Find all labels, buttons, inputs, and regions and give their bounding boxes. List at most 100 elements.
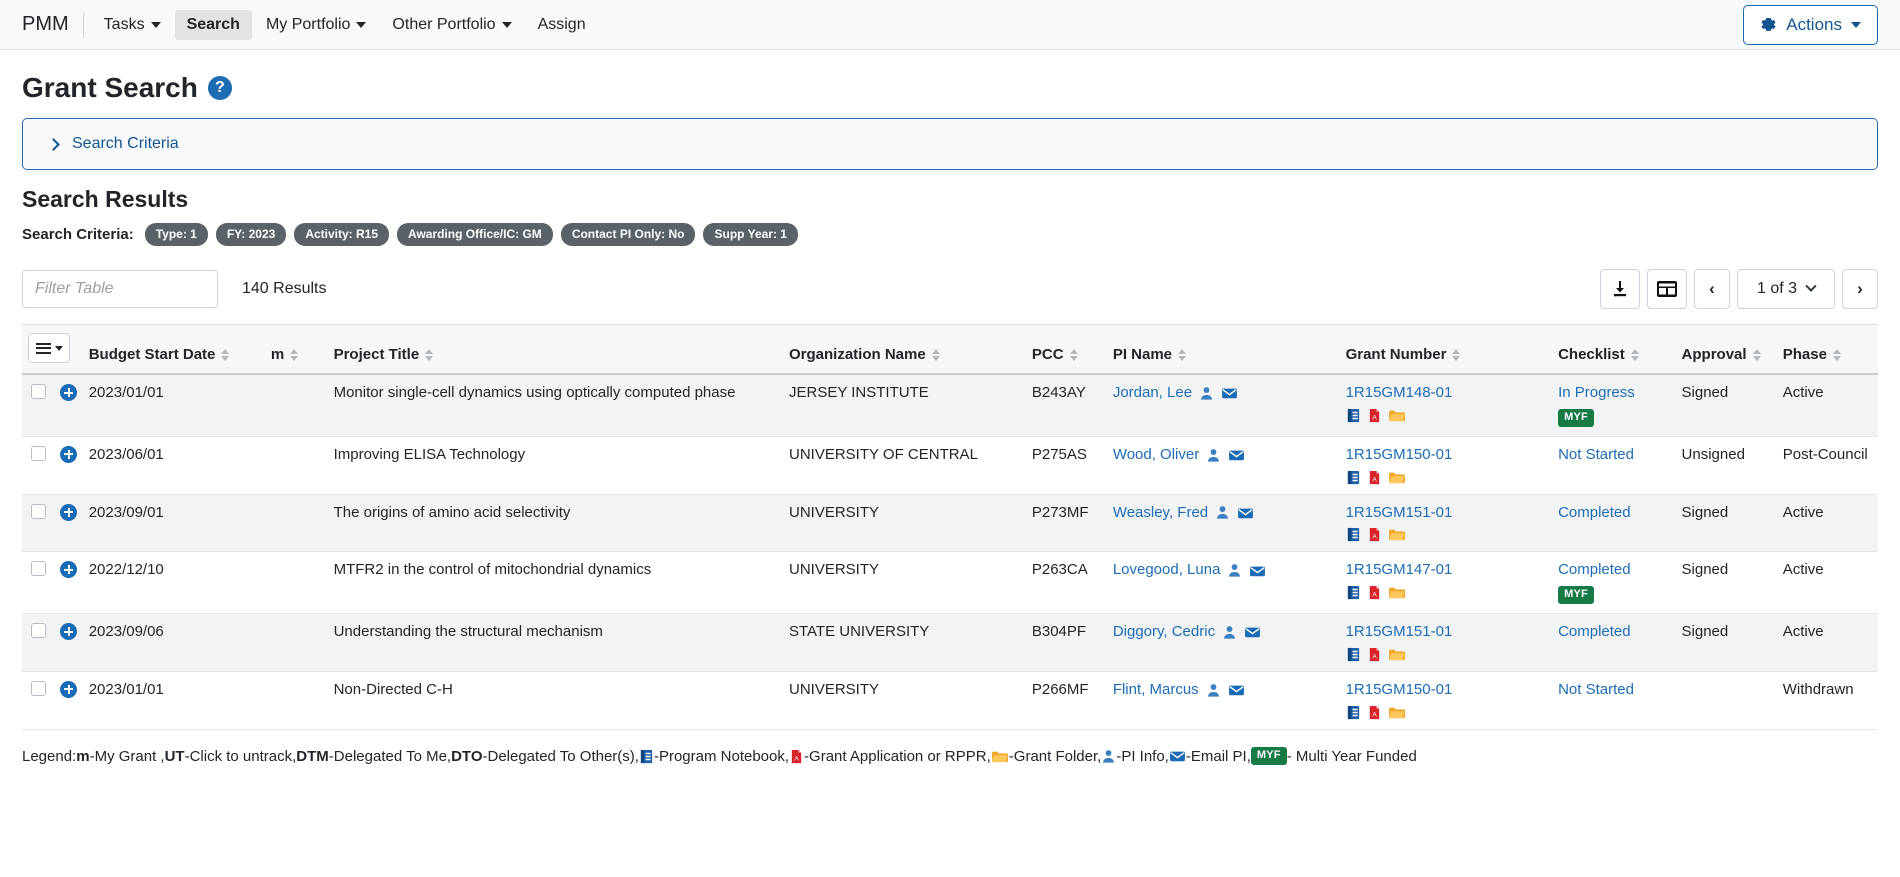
previous-page-button[interactable]: ‹ xyxy=(1694,269,1730,309)
row-checkbox[interactable] xyxy=(30,680,46,696)
column-header-grant-number[interactable]: Grant Number xyxy=(1339,324,1553,375)
pdf-icon[interactable]: A xyxy=(1367,527,1382,542)
pdf-icon[interactable]: A xyxy=(1367,647,1382,662)
pi-name-link[interactable]: Flint, Marcus xyxy=(1113,681,1199,700)
sort-icon[interactable] xyxy=(1452,349,1461,361)
table-row[interactable]: 2023/06/01 Improving ELISA Technology UNIV… xyxy=(22,436,1878,495)
folder-icon[interactable] xyxy=(1388,470,1406,485)
criteria-badge-type[interactable]: Type: 1 xyxy=(144,223,208,246)
program-notebook-icon[interactable] xyxy=(1346,470,1361,485)
table-row[interactable]: 2023/01/01 Monitor single-cell dynamics u… xyxy=(22,374,1878,437)
sort-icon[interactable] xyxy=(1630,349,1639,361)
checklist-link[interactable]: Not Started xyxy=(1558,681,1634,698)
download-button[interactable] xyxy=(1600,269,1640,309)
row-checkbox[interactable] xyxy=(30,384,46,399)
filter-table-input[interactable] xyxy=(22,270,218,308)
column-header-budget-start-date[interactable]: Budget Start Date xyxy=(82,324,265,375)
pi-name-link[interactable]: Diggory, Cedric xyxy=(1113,623,1215,642)
folder-icon[interactable] xyxy=(1388,408,1406,423)
person-icon[interactable] xyxy=(1206,448,1221,463)
column-header-organization-name[interactable]: Organization Name xyxy=(782,324,1026,375)
grant-number-link[interactable]: 1R15GM148-01 xyxy=(1346,384,1547,403)
envelope-icon[interactable] xyxy=(1169,749,1186,763)
folder-icon[interactable] xyxy=(1388,647,1406,662)
table-row[interactable]: 2023/09/06 Understanding the structural m… xyxy=(22,613,1878,672)
folder-icon[interactable] xyxy=(1388,527,1406,542)
grant-number-link[interactable]: 1R15GM150-01 xyxy=(1346,681,1547,700)
program-notebook-icon[interactable] xyxy=(1346,527,1361,542)
table-row[interactable]: 2023/09/01 The origins of amino acid sele… xyxy=(22,494,1878,553)
nav-item-search[interactable]: Search xyxy=(174,9,252,40)
column-header-m[interactable]: m xyxy=(264,324,328,375)
sort-icon[interactable] xyxy=(425,349,434,361)
criteria-badge-supp-year[interactable]: Supp Year: 1 xyxy=(703,223,798,246)
program-notebook-icon[interactable] xyxy=(639,749,654,764)
actions-button[interactable]: Actions xyxy=(1743,4,1878,45)
envelope-icon[interactable] xyxy=(1249,564,1266,578)
envelope-icon[interactable] xyxy=(1244,625,1261,639)
folder-icon[interactable] xyxy=(1388,705,1406,720)
pi-name-link[interactable]: Weasley, Fred xyxy=(1113,504,1208,523)
sort-icon[interactable] xyxy=(1752,349,1761,361)
pdf-icon[interactable]: A xyxy=(1367,585,1382,600)
checklist-link[interactable]: Not Started xyxy=(1558,446,1634,463)
pi-name-link[interactable]: Jordan, Lee xyxy=(1113,384,1192,403)
person-icon[interactable] xyxy=(1222,625,1237,640)
column-header-phase[interactable]: Phase xyxy=(1776,324,1878,375)
criteria-badge-contact-pi[interactable]: Contact PI Only: No xyxy=(560,223,696,246)
envelope-icon[interactable] xyxy=(1228,683,1245,697)
row-checkbox[interactable] xyxy=(30,623,46,638)
program-notebook-icon[interactable] xyxy=(1346,647,1361,662)
sort-icon[interactable] xyxy=(1178,349,1187,361)
program-notebook-icon[interactable] xyxy=(1346,705,1361,720)
grant-number-link[interactable]: 1R15GM151-01 xyxy=(1346,504,1547,523)
row-checkbox[interactable] xyxy=(30,503,46,519)
row-checkbox[interactable] xyxy=(30,445,46,461)
page-selector[interactable]: 1 of 3 xyxy=(1737,269,1835,309)
nav-item-assign[interactable]: Assign xyxy=(526,10,598,40)
checklist-link[interactable]: Completed xyxy=(1558,504,1631,521)
nav-item-tasks[interactable]: Tasks xyxy=(92,10,173,40)
criteria-badge-activity[interactable]: Activity: R15 xyxy=(294,223,390,246)
sort-icon[interactable] xyxy=(1832,349,1841,361)
expand-row-icon[interactable] xyxy=(60,445,78,463)
sort-icon[interactable] xyxy=(1069,349,1078,361)
expand-row-icon[interactable] xyxy=(60,561,78,579)
criteria-badge-awarding-office[interactable]: Awarding Office/IC: GM xyxy=(397,223,553,246)
sort-icon[interactable] xyxy=(290,349,299,361)
grant-number-link[interactable]: 1R15GM150-01 xyxy=(1346,446,1547,465)
checklist-link[interactable]: Completed xyxy=(1558,561,1631,578)
column-header-pcc[interactable]: PCC xyxy=(1025,324,1107,375)
envelope-icon[interactable] xyxy=(1221,386,1238,400)
person-icon[interactable] xyxy=(1227,563,1242,578)
column-header-pi-name[interactable]: PI Name xyxy=(1106,324,1340,375)
program-notebook-icon[interactable] xyxy=(1346,585,1361,600)
expand-row-icon[interactable] xyxy=(60,503,78,521)
person-icon[interactable] xyxy=(1101,749,1116,764)
table-row[interactable]: 2022/12/10 MTFR2 in the control of mitoch… xyxy=(22,551,1878,614)
pdf-icon[interactable]: A xyxy=(789,749,804,764)
envelope-icon[interactable] xyxy=(1237,506,1254,520)
column-header-project-title[interactable]: Project Title xyxy=(327,324,783,375)
column-layout-button[interactable] xyxy=(1647,269,1687,309)
sort-icon[interactable] xyxy=(931,349,940,361)
column-menu-button[interactable] xyxy=(28,333,70,363)
search-criteria-accordion[interactable]: Search Criteria xyxy=(22,118,1878,170)
checklist-link[interactable]: Completed xyxy=(1558,623,1631,640)
envelope-icon[interactable] xyxy=(1228,448,1245,462)
row-checkbox[interactable] xyxy=(30,561,46,577)
folder-icon[interactable] xyxy=(1388,585,1406,600)
pi-name-link[interactable]: Wood, Oliver xyxy=(1113,446,1199,465)
nav-item-other-portfolio[interactable]: Other Portfolio xyxy=(380,10,523,40)
person-icon[interactable] xyxy=(1206,683,1221,698)
table-row[interactable]: 2023/01/01 Non-Directed C-H UNIVERSITY P266… xyxy=(22,671,1878,730)
grant-number-link[interactable]: 1R15GM151-01 xyxy=(1346,623,1547,642)
pi-name-link[interactable]: Lovegood, Luna xyxy=(1113,561,1221,580)
expand-row-icon[interactable] xyxy=(60,680,78,698)
expand-row-icon[interactable] xyxy=(60,623,78,640)
pdf-icon[interactable]: A xyxy=(1367,408,1382,423)
checklist-link[interactable]: In Progress xyxy=(1558,384,1635,401)
person-icon[interactable] xyxy=(1215,505,1230,520)
expand-row-icon[interactable] xyxy=(60,384,78,401)
sort-icon[interactable] xyxy=(221,349,230,361)
